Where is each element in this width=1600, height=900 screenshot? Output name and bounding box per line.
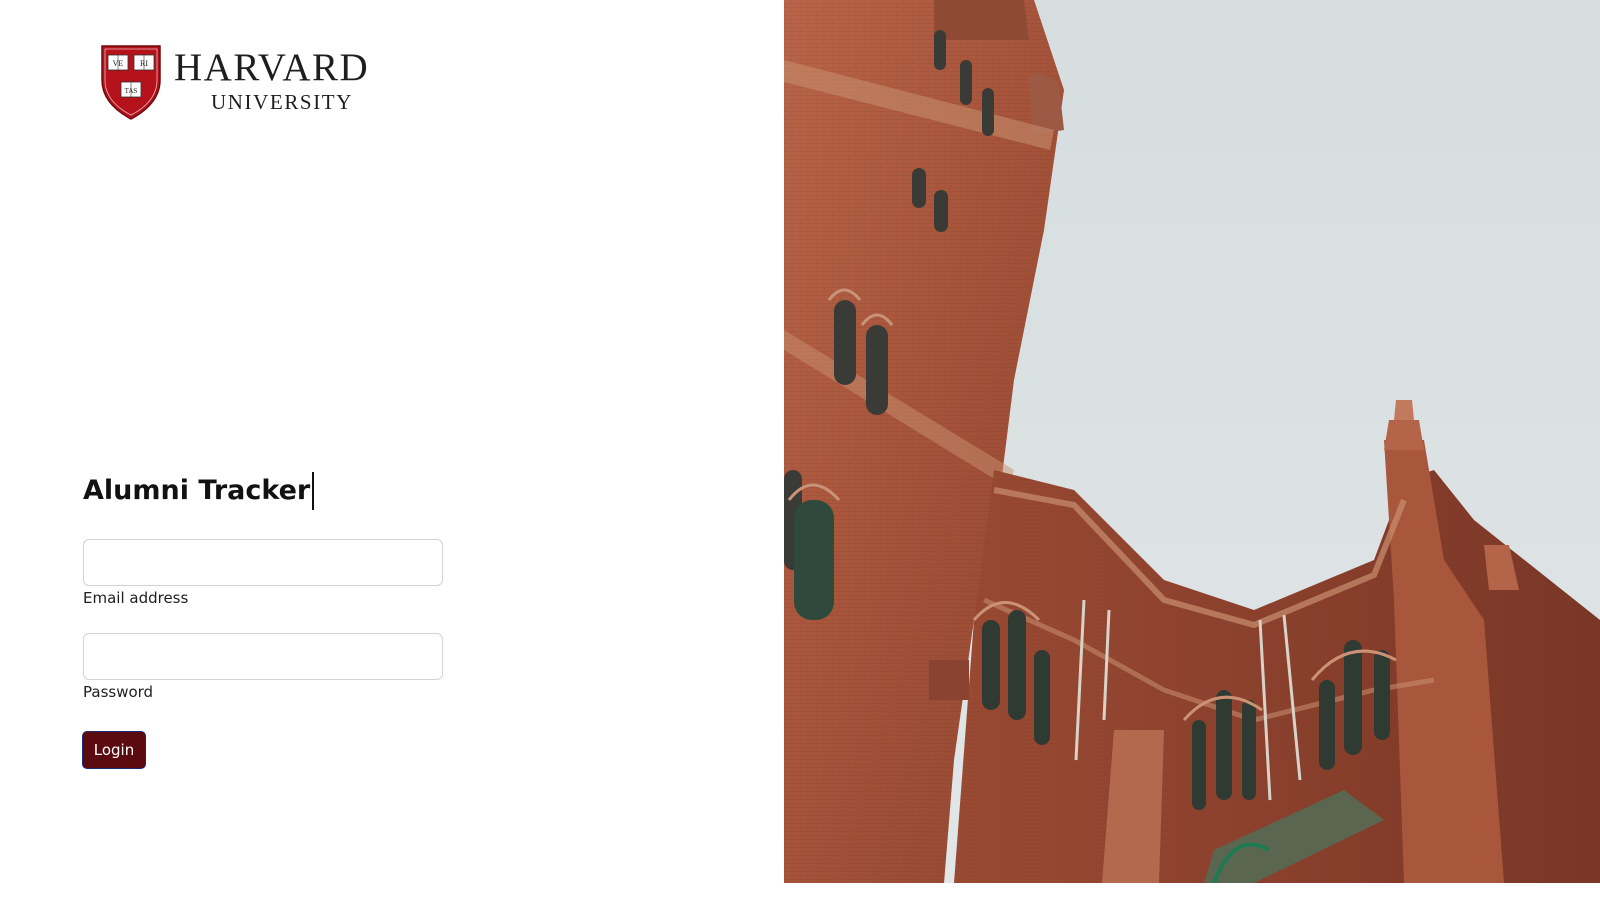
page-title: Alumni Tracker xyxy=(83,472,315,510)
password-label: Password xyxy=(83,683,154,701)
login-button[interactable]: Login xyxy=(82,731,146,769)
shield-book-text: VE xyxy=(113,59,124,68)
shield-book-text: TAS xyxy=(125,87,138,95)
shield-book-text: RI xyxy=(140,59,148,68)
login-panel: VE RI TAS HARVARD UNIVERSITY Alumni Trac… xyxy=(0,0,784,900)
hero-image xyxy=(784,0,1600,883)
password-field[interactable] xyxy=(83,633,443,680)
brick-tower-building-photo xyxy=(784,0,1600,883)
shield-icon: VE RI TAS xyxy=(101,45,161,120)
harvard-logo: VE RI TAS HARVARD UNIVERSITY xyxy=(100,44,400,124)
email-field[interactable] xyxy=(83,539,443,586)
login-page: VE RI TAS HARVARD UNIVERSITY Alumni Trac… xyxy=(0,0,1600,900)
email-label: Email address xyxy=(83,589,189,607)
logo-wordmark-university: UNIVERSITY xyxy=(211,90,353,114)
logo-wordmark-harvard: HARVARD xyxy=(174,46,370,89)
